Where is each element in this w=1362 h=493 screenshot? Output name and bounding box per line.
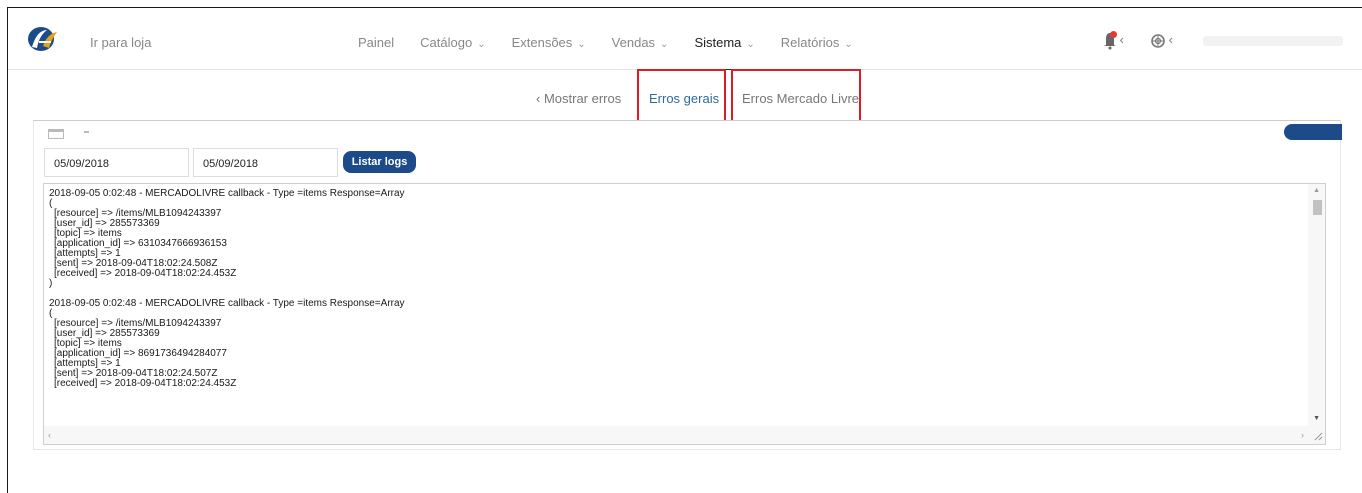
nav-item-label: Relatórios — [780, 35, 840, 50]
log-line: [topic] => items — [54, 228, 122, 239]
nav-item-vendas[interactable]: Vendas ⌄ — [612, 35, 669, 50]
show-errors-back-link[interactable]: ‹ Mostrar erros — [536, 91, 621, 106]
nav-item-label: Vendas — [611, 35, 656, 50]
app-window: Ir para loja Painel Catálogo ⌄ Extensões ⌄ Ve… — [7, 7, 1362, 493]
log-line: 2018-09-05 0:02:48 - MERCADOLIVRE callba… — [49, 298, 405, 309]
log-line: [topic] => items — [54, 338, 122, 349]
log-line: [resource] => /items/MLB1094243397 — [54, 318, 222, 329]
chevron-down-icon: ⌄ — [746, 39, 755, 50]
nav-item-label: Extensões — [511, 35, 573, 50]
panel-heading — [84, 131, 89, 133]
vertical-scrollbar[interactable]: ▲ ▼ — [1308, 184, 1325, 427]
scroll-thumb[interactable] — [1313, 200, 1322, 215]
scroll-up-arrow-icon[interactable]: ▲ — [1313, 187, 1320, 194]
nav-item-label: Painel — [358, 35, 395, 50]
notification-bell-icon[interactable] — [1101, 30, 1127, 50]
log-line: 2018-09-05 0:02:48 - MERCADOLIVRE callba… — [49, 188, 405, 199]
list-logs-button[interactable]: Listar logs — [343, 151, 416, 173]
nav-item-label: Sistema — [694, 35, 742, 50]
horizontal-scrollbar[interactable]: ‹ › — [44, 426, 1325, 444]
go-to-store-link[interactable]: Ir para loja — [90, 35, 151, 50]
log-panel: 05/09/2018 05/09/2018 Listar logs 2018-0… — [33, 120, 1342, 450]
main-nav: Painel Catálogo ⌄ Extensões ⌄ Vendas ⌄ Sistema ⌄… — [358, 35, 879, 71]
scroll-down-arrow-icon[interactable]: ▼ — [1313, 415, 1320, 422]
top-navbar: Ir para loja Painel Catálogo ⌄ Extensões ⌄ Ve… — [8, 8, 1362, 71]
scroll-left-arrow-icon[interactable]: ‹ — [48, 430, 51, 440]
scroll-right-arrow-icon[interactable]: › — [1301, 430, 1304, 440]
log-line: [attempts] => 1 — [54, 358, 121, 369]
log-line: [attempts] => 1 — [54, 248, 121, 259]
log-line: [sent] => 2018-09-04T18:02:24.507Z — [54, 368, 218, 379]
log-line: [user_id] => 285573369 — [54, 328, 160, 339]
nav-item-extens-es[interactable]: Extensões ⌄ — [512, 35, 586, 50]
highlight-box-mercado-livre-errors — [731, 69, 861, 126]
user-menu[interactable] — [1203, 36, 1343, 46]
highlight-box-general-errors — [637, 69, 726, 126]
date-from-field[interactable]: 05/09/2018 — [44, 148, 189, 177]
nav-item-relat-rios[interactable]: Relatórios ⌄ — [781, 35, 853, 50]
calendar-icon — [48, 129, 64, 139]
log-textarea[interactable]: 2018-09-05 0:02:48 - MERCADOLIVRE callba… — [43, 183, 1326, 445]
date-to-field[interactable]: 05/09/2018 — [193, 148, 338, 177]
chevron-down-icon: ⌄ — [660, 39, 669, 50]
log-line: [user_id] => 285573369 — [54, 218, 160, 229]
help-lifebuoy-icon[interactable] — [1150, 32, 1176, 50]
nav-item-label: Catálogo — [420, 35, 473, 50]
chevron-down-icon: ⌄ — [477, 39, 486, 50]
panel-action-button[interactable] — [1284, 124, 1342, 140]
nav-item-sistema[interactable]: Sistema ⌄ — [686, 35, 764, 71]
log-line: [received] => 2018-09-04T18:02:24.453Z — [54, 268, 237, 279]
log-line: [received] => 2018-09-04T18:02:24.453Z — [54, 378, 237, 389]
log-content: 2018-09-05 0:02:48 - MERCADOLIVRE callba… — [49, 189, 1299, 389]
chevron-down-icon: ⌄ — [577, 39, 586, 50]
log-line: ) — [49, 278, 53, 289]
log-line: [application_id] => 8691736494284077 — [54, 348, 227, 359]
resize-handle-icon[interactable] — [1313, 431, 1323, 441]
log-line: ( — [49, 308, 53, 319]
logo-icon[interactable] — [27, 26, 59, 52]
nav-item-painel[interactable]: Painel — [358, 35, 394, 50]
nav-item-cat-logo[interactable]: Catálogo ⌄ — [420, 35, 485, 50]
log-line: [sent] => 2018-09-04T18:02:24.508Z — [54, 258, 218, 269]
log-line: ( — [49, 198, 53, 209]
chevron-down-icon: ⌄ — [844, 39, 853, 50]
log-line: [resource] => /items/MLB1094243397 — [54, 208, 222, 219]
log-line: [application_id] => 6310347666936153 — [54, 238, 227, 249]
